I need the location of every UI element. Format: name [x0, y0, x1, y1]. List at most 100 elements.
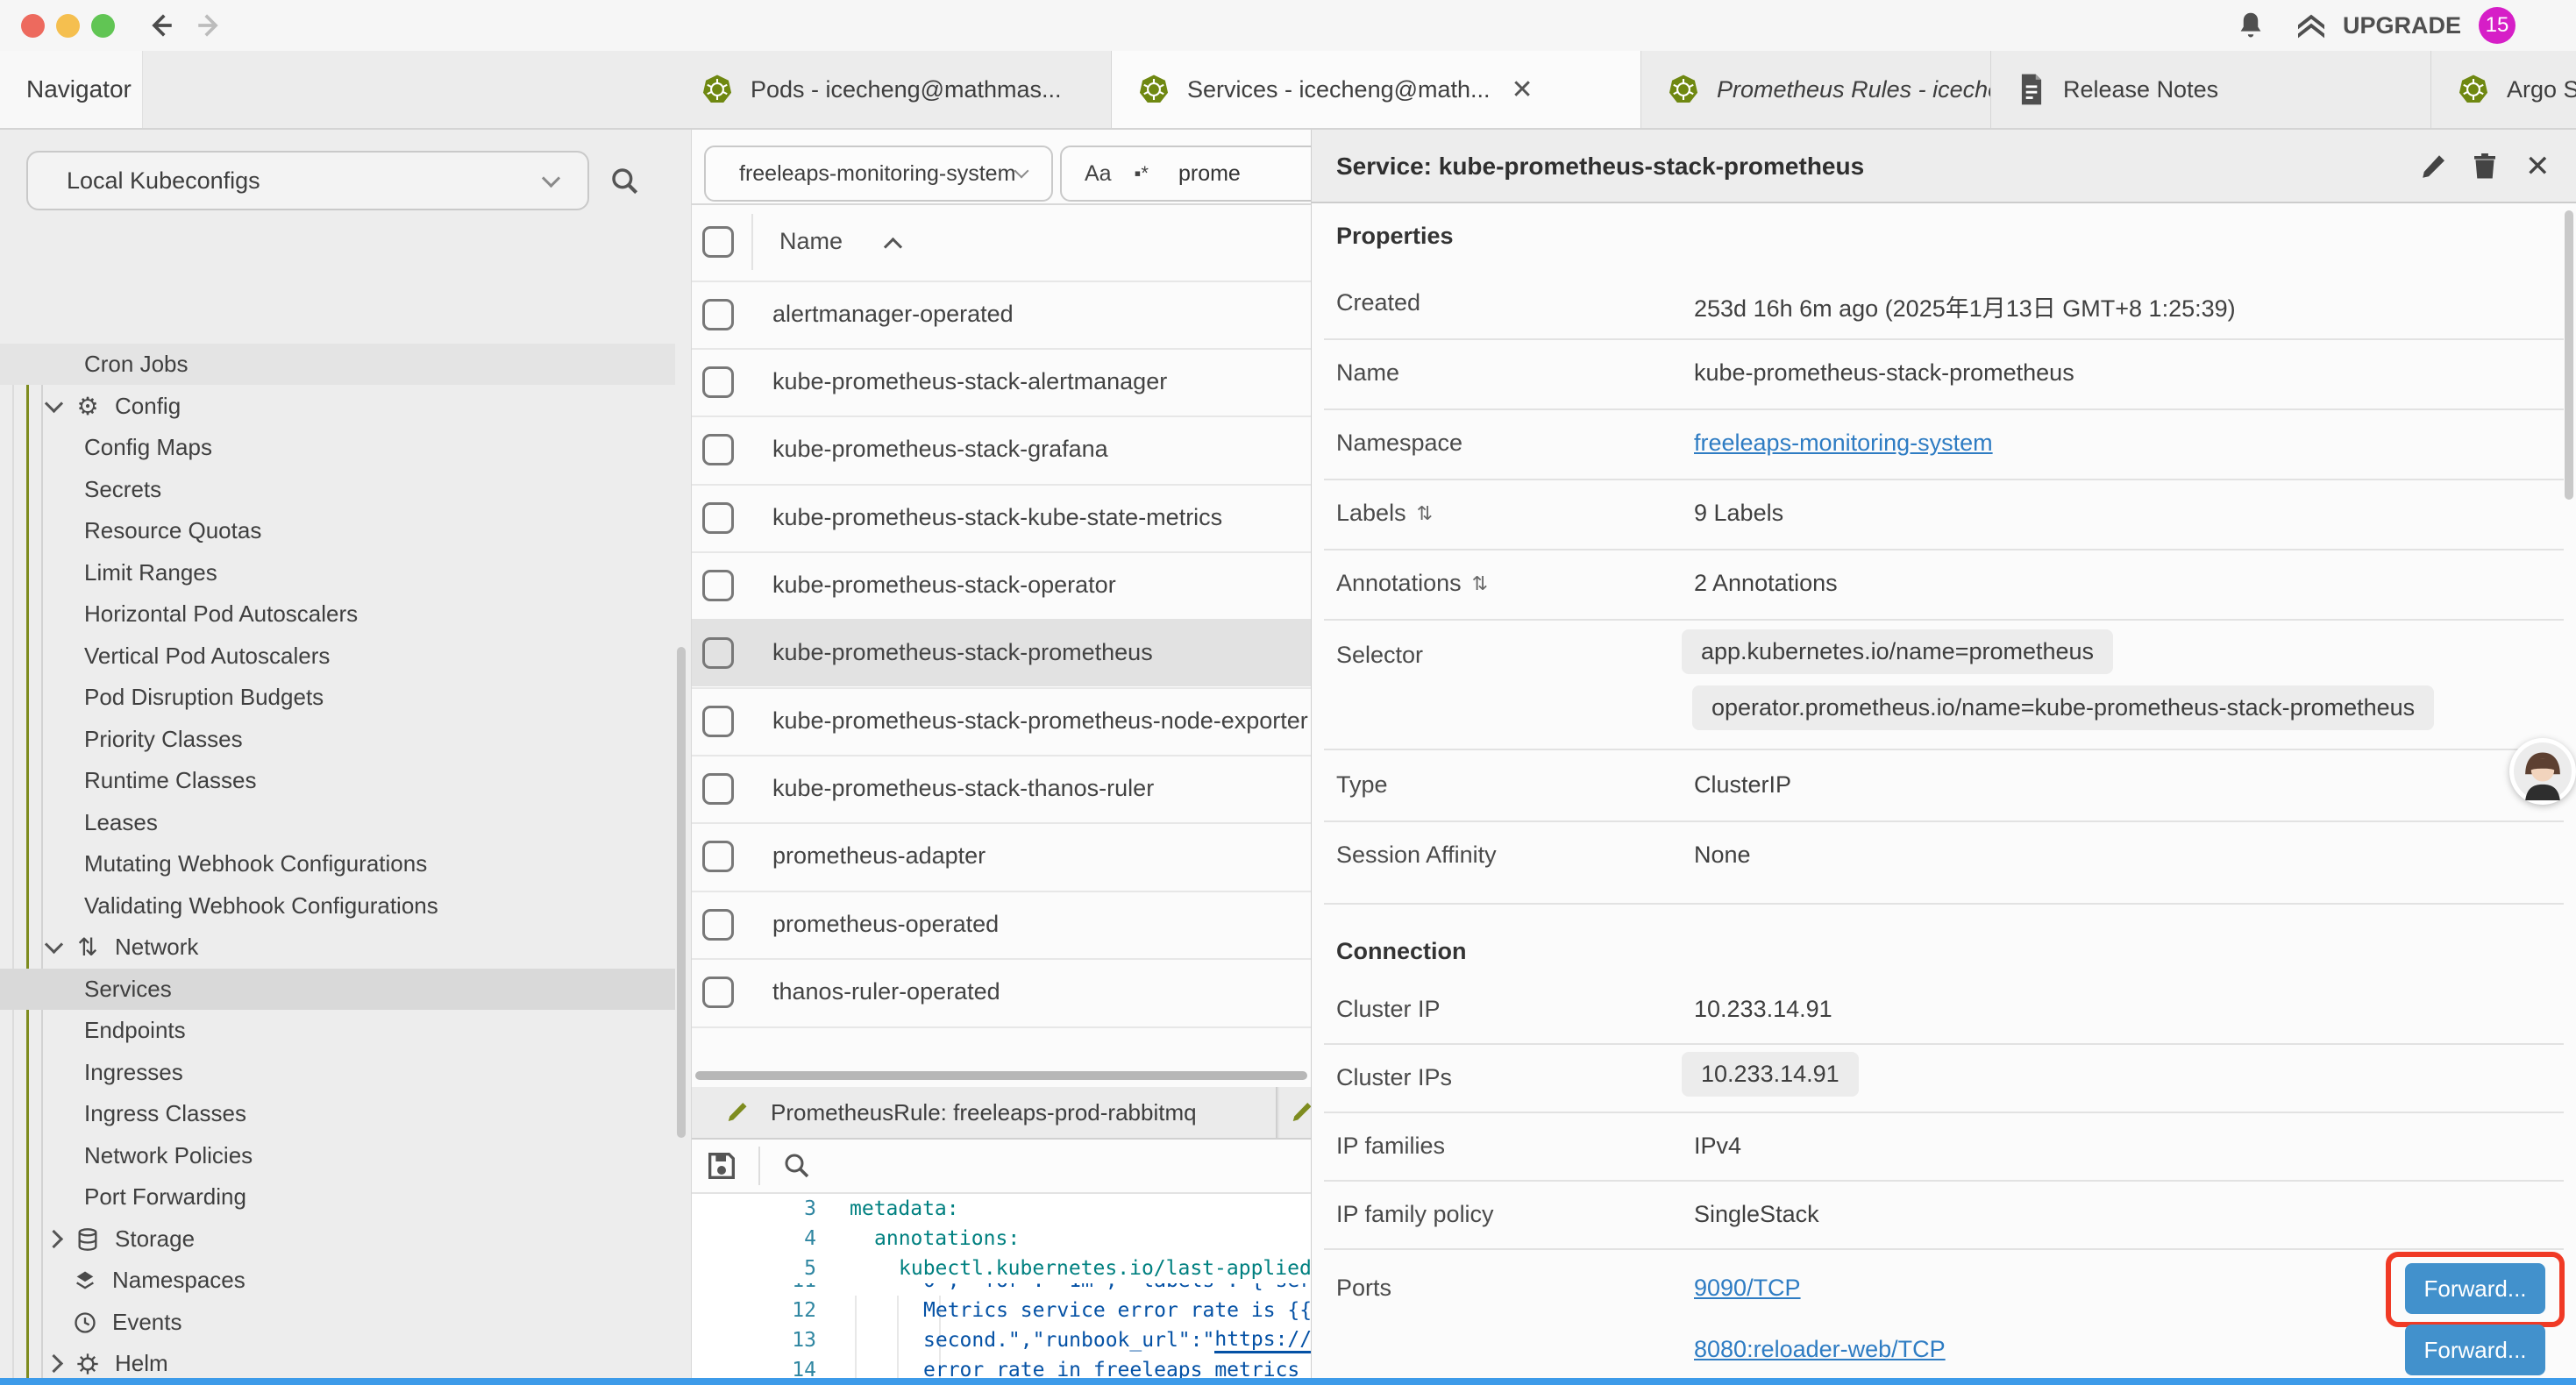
service-row[interactable]: kube-prometheus-stack-prometheus-node-ex… [692, 687, 1311, 755]
service-row-selected[interactable]: kube-prometheus-stack-prometheus [692, 619, 1311, 686]
row-checkbox[interactable] [702, 637, 734, 669]
row-checkbox[interactable] [702, 706, 734, 737]
tab-services[interactable]: Services - icecheng@math... ✕ [1112, 51, 1641, 128]
expand-collapse-icon[interactable]: ⇅ [1472, 572, 1488, 595]
navigator-panel-tab[interactable]: Navigator [0, 51, 143, 128]
sidebar-group-storage[interactable]: Storage [0, 1218, 675, 1260]
sidebar-item-resource-quotas[interactable]: Resource Quotas [0, 510, 675, 551]
tab-prometheus-rules[interactable]: Prometheus Rules - icecheng... [1641, 51, 1991, 128]
sidebar-item-vertical-pod-autoscalers[interactable]: Vertical Pod Autoscalers [0, 636, 675, 677]
ip-families-value: IPv4 [1694, 1133, 1741, 1160]
sidebar-item-config-maps[interactable]: Config Maps [0, 427, 675, 468]
service-row[interactable]: kube-prometheus-stack-grafana [692, 416, 1311, 483]
code-line[interactable]: 12Metrics service error rate is {{ $va [692, 1296, 1311, 1325]
sidebar-item-services[interactable]: Services [0, 969, 675, 1010]
upgrade-icon[interactable] [2294, 9, 2329, 44]
sidebar-item-validating-webhook-configurations[interactable]: Validating Webhook Configurations [0, 885, 675, 927]
assistant-avatar[interactable] [2509, 738, 2576, 805]
kubeconfig-select[interactable]: Local Kubeconfigs [26, 151, 589, 210]
row-checkbox[interactable] [702, 773, 734, 805]
service-row[interactable]: kube-prometheus-stack-kube-state-metrics [692, 484, 1311, 551]
close-tab-icon[interactable]: ✕ [1512, 75, 1534, 105]
row-checkbox[interactable] [702, 366, 734, 398]
annotations-label[interactable]: Annotations⇅ [1336, 570, 1488, 597]
sidebar-item-ingress-classes[interactable]: Ingress Classes [0, 1093, 675, 1134]
save-icon[interactable] [704, 1148, 739, 1183]
minimize-window-button[interactable] [56, 14, 80, 38]
service-row[interactable]: kube-prometheus-stack-operator [692, 551, 1311, 619]
tab-argo[interactable]: Argo Se [2431, 51, 2576, 128]
sidebar-item-events[interactable]: Events [0, 1302, 675, 1343]
sidebar-item-cron-jobs[interactable]: Cron Jobs [0, 344, 675, 385]
namespace-select[interactable]: freeleaps-monitoring-system [704, 146, 1053, 202]
editor-search-icon[interactable] [781, 1150, 813, 1182]
sidebar-group-config[interactable]: ⚙ Config [0, 386, 675, 427]
service-row[interactable]: kube-prometheus-stack-thanos-ruler [692, 755, 1311, 822]
editor-tab-prometheusrule[interactable]: PrometheusRule: freeleaps-prod-rabbitmq [692, 1087, 1277, 1138]
labels-label[interactable]: Labels⇅ [1336, 500, 1433, 527]
namespace-link[interactable]: freeleaps-monitoring-system [1694, 430, 1993, 457]
code-line[interactable]: 13second.","runbook_url":"https://net [692, 1325, 1311, 1355]
row-checkbox[interactable] [702, 502, 734, 534]
forward-port-button-9090[interactable]: Forward... [2405, 1263, 2545, 1314]
service-row[interactable]: thanos-ruler-operated [692, 958, 1311, 1026]
regex-toggle[interactable]: ▪* [1112, 162, 1149, 185]
horizontal-scrollbar[interactable] [695, 1071, 1307, 1080]
sidebar-item-limit-ranges[interactable]: Limit Ranges [0, 552, 675, 593]
sidebar-item-namespaces[interactable]: Namespaces [0, 1260, 675, 1301]
sidebar-item-runtime-classes[interactable]: Runtime Classes [0, 760, 675, 801]
sidebar-item-network-policies[interactable]: Network Policies [0, 1135, 675, 1176]
name-filter-input[interactable]: Aa ▪* prome [1060, 146, 1311, 202]
sidebar-item-mutating-webhook-configurations[interactable]: Mutating Webhook Configurations [0, 843, 675, 884]
sidebar-item-secrets[interactable]: Secrets [0, 469, 675, 510]
sidebar-item-priority-classes[interactable]: Priority Classes [0, 719, 675, 760]
sidebar-item-pod-disruption-budgets[interactable]: Pod Disruption Budgets [0, 677, 675, 718]
zoom-window-button[interactable] [91, 14, 115, 38]
upgrade-label[interactable]: UPGRADE [2343, 12, 2461, 39]
name-column-header[interactable]: Name [779, 228, 843, 255]
editor-tab-next[interactable] [1279, 1087, 1311, 1138]
service-row[interactable]: alertmanager-operated [692, 281, 1311, 348]
close-drawer-icon[interactable]: ✕ [2525, 149, 2551, 184]
sort-ascending-icon[interactable] [884, 238, 902, 256]
code-line[interactable]: 4annotations: [692, 1224, 1311, 1254]
sidebar-item-horizontal-pod-autoscalers[interactable]: Horizontal Pod Autoscalers [0, 593, 675, 635]
forward-port-button-8080[interactable]: Forward... [2405, 1325, 2545, 1375]
forward-arrow-icon[interactable] [195, 11, 224, 40]
service-row[interactable]: prometheus-adapter [692, 822, 1311, 890]
select-all-checkbox[interactable] [702, 226, 734, 258]
tab-release-notes[interactable]: Release Notes [1991, 51, 2431, 128]
sidebar-item-port-forwarding[interactable]: Port Forwarding [0, 1176, 675, 1218]
code-line[interactable]: 5kubectl.kubernetes.io/last-applied-conf… [692, 1254, 1311, 1283]
port-link-9090[interactable]: 9090/TCP [1694, 1275, 1801, 1302]
search-icon[interactable] [608, 165, 642, 198]
row-checkbox[interactable] [702, 841, 734, 872]
close-window-button[interactable] [21, 14, 45, 38]
match-case-toggle[interactable]: Aa [1062, 161, 1112, 187]
sidebar-item-leases[interactable]: Leases [0, 802, 675, 843]
editor-body[interactable]: 12Metrics service error rate is {{ $va 1… [692, 1296, 1311, 1385]
sidebar-group-network[interactable]: ⇅ Network [0, 927, 675, 968]
service-row[interactable]: kube-prometheus-stack-alertmanager [692, 348, 1311, 416]
tab-pods[interactable]: Pods - icecheng@mathmas... [675, 51, 1112, 128]
kubernetes-icon [1138, 74, 1170, 105]
delete-trash-icon[interactable] [2469, 151, 2501, 182]
sidebar-scrollbar[interactable] [677, 647, 686, 1138]
service-row[interactable]: prometheus-operated [692, 891, 1311, 958]
code-line[interactable]: 3metadata: [692, 1194, 1311, 1224]
port-link-8080[interactable]: 8080:reloader-web/TCP [1694, 1336, 1946, 1363]
sidebar-item-ingresses[interactable]: Ingresses [0, 1052, 675, 1093]
row-checkbox[interactable] [702, 570, 734, 601]
row-checkbox[interactable] [702, 909, 734, 941]
drawer-scrollbar[interactable] [2565, 210, 2573, 500]
row-checkbox[interactable] [702, 434, 734, 465]
edit-pencil-icon[interactable] [2418, 151, 2450, 182]
notifications-bell-icon[interactable] [2234, 9, 2267, 42]
sidebar-item-endpoints[interactable]: Endpoints [0, 1010, 675, 1051]
row-checkbox[interactable] [702, 977, 734, 1008]
back-arrow-icon[interactable] [146, 11, 175, 40]
notification-count-badge[interactable]: 15 [2479, 7, 2516, 44]
expand-collapse-icon[interactable]: ⇅ [1417, 502, 1433, 525]
code-link[interactable]: https://net [1214, 1328, 1311, 1353]
row-checkbox[interactable] [702, 299, 734, 330]
